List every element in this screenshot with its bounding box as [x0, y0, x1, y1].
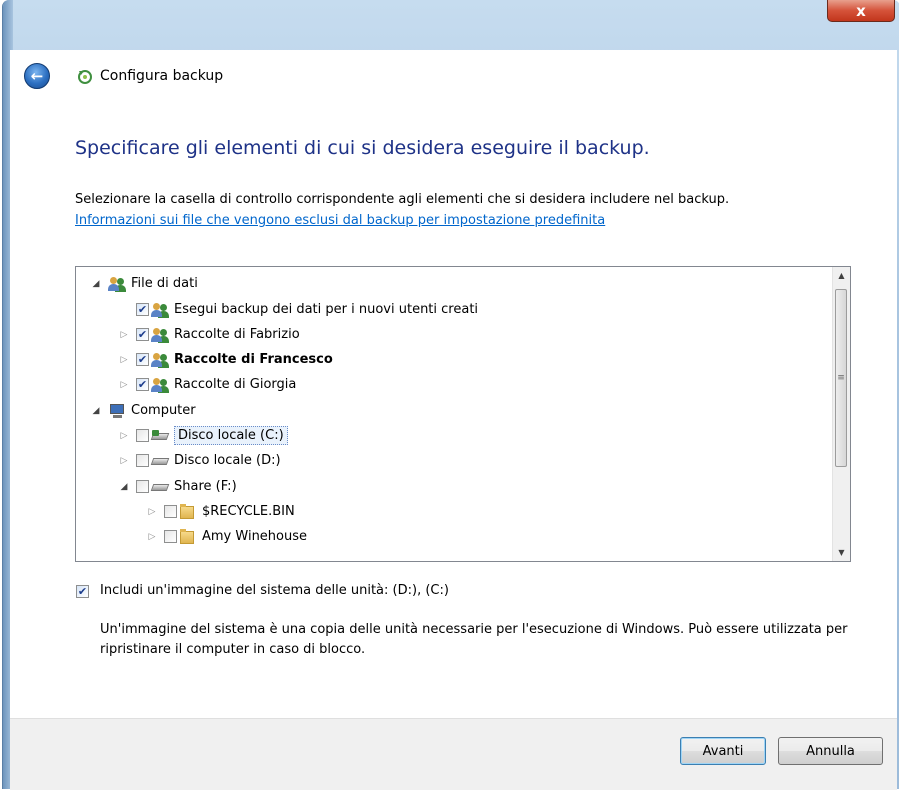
tree-item[interactable]: ▷ ✔ Raccolte di Francesco — [118, 347, 333, 372]
users-icon — [151, 327, 169, 343]
tree-item-checkbox[interactable] — [164, 530, 177, 543]
back-button[interactable]: ← — [24, 63, 50, 89]
tree-item-checkbox[interactable]: ✔ — [136, 378, 149, 391]
expand-arrow-icon[interactable]: ▷ — [118, 329, 130, 341]
expand-arrow-icon[interactable]: ▷ — [118, 354, 130, 366]
folder-icon — [179, 503, 197, 520]
tree-item[interactable]: ▷ Disco locale (D:) — [118, 448, 281, 473]
tree-item[interactable]: ▷ ✔ Raccolte di Giorgia — [118, 372, 297, 397]
thumb-grip-icon: ≡ — [837, 373, 845, 383]
backup-items-tree[interactable]: ◢ File di dati ✔ Esegui backup dei dati per… — [75, 266, 851, 562]
tree-item[interactable]: ▷ $RECYCLE.BIN — [146, 499, 295, 524]
computer-icon — [108, 403, 126, 419]
users-icon — [151, 352, 169, 368]
collapse-arrow-icon[interactable]: ◢ — [118, 481, 130, 493]
tree-item-checkbox[interactable] — [136, 429, 149, 442]
expand-arrow-icon[interactable]: ▷ — [146, 506, 158, 518]
cancel-button[interactable]: Annulla — [778, 737, 883, 765]
tree-item[interactable]: ▷ ✔ Raccolte di Fabrizio — [118, 322, 300, 347]
close-button[interactable]: x — [827, 0, 895, 22]
tree-item[interactable]: ◢ Computer — [90, 398, 196, 423]
collapse-arrow-icon[interactable]: ◢ — [90, 278, 102, 290]
tree-item-label[interactable]: Esegui backup dei dati per i nuovi utent… — [174, 302, 478, 317]
excluded-files-info-link[interactable]: Informazioni sui file che vengono esclus… — [75, 213, 605, 228]
expand-arrow-icon[interactable]: ▷ — [146, 531, 158, 543]
tree-vertical-scrollbar[interactable]: ▲ ≡ ▼ — [832, 267, 850, 561]
users-icon — [108, 276, 126, 292]
tree-item[interactable]: ▷ Disco locale (C:) — [118, 423, 288, 448]
instruction-text: Selezionare la casella di controllo corr… — [75, 192, 730, 207]
tree-item-checkbox[interactable]: ✔ — [136, 328, 149, 341]
tree-item-checkbox[interactable] — [136, 454, 149, 467]
tree-item-label[interactable]: Share (F:) — [174, 479, 237, 494]
tree-item-label[interactable]: Raccolte di Fabrizio — [174, 327, 300, 342]
tree-item-checkbox[interactable]: ✔ — [136, 303, 149, 316]
window-title: Configura backup — [100, 68, 224, 84]
tree-item[interactable]: ▷ Amy Winehouse — [146, 524, 307, 549]
drive-icon — [151, 479, 169, 495]
system-drive-icon — [151, 428, 169, 444]
users-icon — [151, 302, 169, 318]
tree-item-label[interactable]: Raccolte di Francesco — [174, 352, 333, 367]
tree-item-checkbox[interactable]: ✔ — [136, 353, 149, 366]
expand-arrow-icon[interactable]: ▷ — [118, 455, 130, 467]
folder-icon — [179, 528, 197, 545]
backup-icon — [76, 67, 94, 85]
tree-item-checkbox[interactable] — [164, 505, 177, 518]
system-image-label[interactable]: Includi un'immagine del sistema delle un… — [100, 583, 449, 598]
users-icon — [151, 377, 169, 393]
tree-item-label[interactable]: Disco locale (D:) — [174, 453, 281, 468]
collapse-arrow-icon[interactable]: ◢ — [90, 405, 102, 417]
tree-item[interactable]: ✔ Esegui backup dei dati per i nuovi uten… — [136, 297, 478, 322]
next-button[interactable]: Avanti — [680, 737, 766, 765]
scroll-up-button[interactable]: ▲ — [833, 267, 850, 284]
tree-item-label[interactable]: File di dati — [131, 276, 198, 291]
drive-icon — [151, 453, 169, 469]
tree-item-label[interactable]: Raccolte di Giorgia — [174, 377, 296, 392]
tree-item-label[interactable]: Computer — [131, 403, 196, 418]
system-image-description: Un'immagine del sistema è una copia dell… — [100, 622, 848, 657]
tree-item[interactable]: ◢ Share (F:) — [118, 474, 237, 499]
page-heading: Specificare gli elementi di cui si desid… — [75, 137, 650, 159]
system-image-checkbox[interactable]: ✔ — [76, 585, 89, 598]
tree-item-checkbox[interactable] — [136, 480, 149, 493]
tree-item-label[interactable]: Disco locale (C:) — [174, 426, 288, 445]
expand-arrow-icon[interactable]: ▷ — [118, 379, 130, 391]
tree-item[interactable]: ◢ File di dati — [90, 271, 198, 296]
scroll-down-button[interactable]: ▼ — [833, 544, 850, 561]
tree-item-label[interactable]: Amy Winehouse — [202, 529, 307, 544]
expand-arrow-icon[interactable]: ▷ — [118, 430, 130, 442]
tree-item-label[interactable]: $RECYCLE.BIN — [202, 504, 295, 519]
scroll-thumb[interactable]: ≡ — [835, 289, 847, 467]
